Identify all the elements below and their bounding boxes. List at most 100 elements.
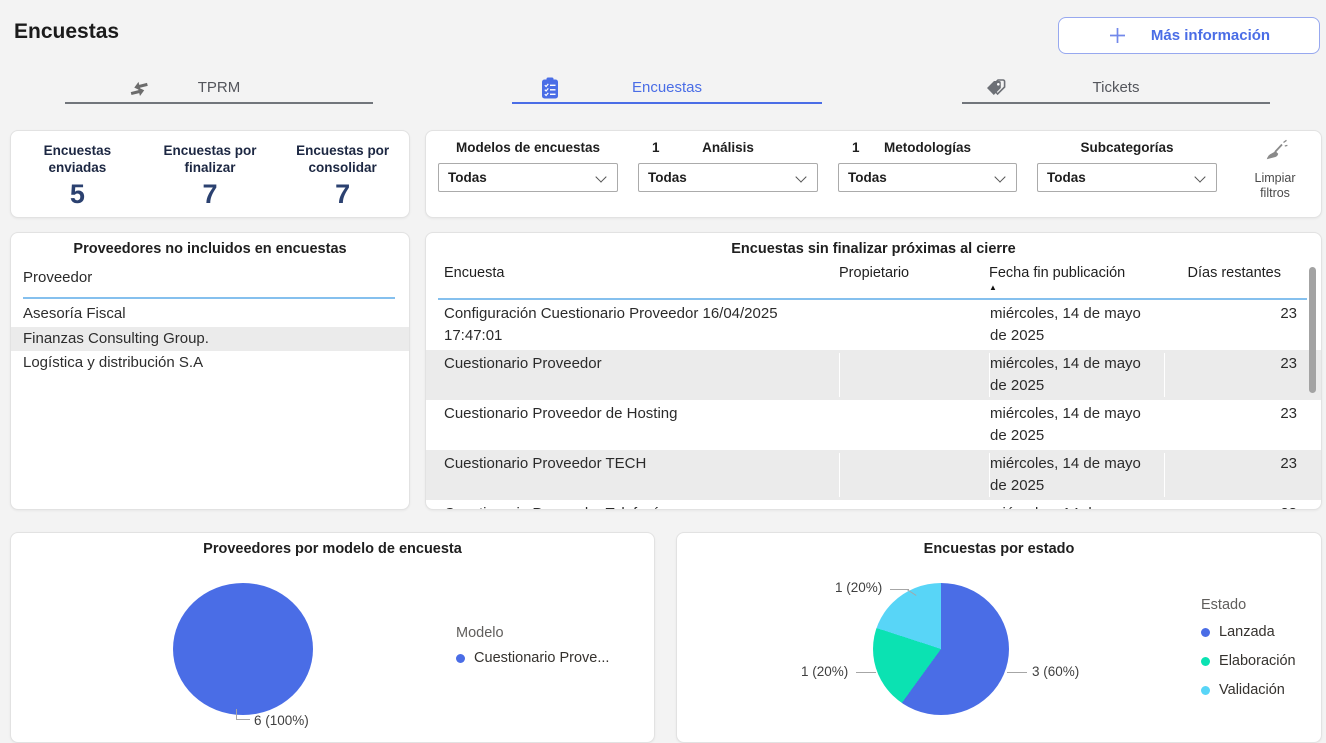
cell-fecha: miércoles, 14 de mayo de 2025: [989, 303, 1164, 347]
pie-encuestas-por-estado[interactable]: [873, 583, 1009, 715]
table-row[interactable]: Logística y distribución S.A: [11, 351, 409, 376]
kpi-encuestas-enviadas: Encuestas enviadas 5: [11, 142, 144, 210]
filter-analisis-dropdown[interactable]: Todas: [638, 163, 818, 192]
pie-slice-label-lanzada: 3 (60%): [1032, 664, 1079, 679]
plus-icon: [1108, 26, 1127, 45]
legend-dot-icon: [456, 654, 465, 663]
legend-item-validacion[interactable]: Validación: [1201, 682, 1285, 698]
kpi-encuestas-por-finalizar: Encuestas por finalizar 7: [144, 142, 277, 210]
kpi-value: 5: [11, 179, 144, 210]
column-header-dias-restantes[interactable]: Días restantes: [1164, 265, 1305, 292]
pie-slice-label: 6 (100%): [254, 713, 309, 728]
filter-label: Metodologías: [884, 140, 971, 155]
kpi-label: Encuestas por consolidar: [276, 142, 409, 176]
kpi-label: Encuestas enviadas: [11, 142, 144, 176]
table-row[interactable]: Cuestionario Proveedor de Hosting miérco…: [426, 400, 1321, 450]
kpi-value: 7: [276, 179, 409, 210]
table-row[interactable]: Finanzas Consulting Group.: [11, 327, 409, 352]
dropdown-value: Todas: [1047, 170, 1086, 185]
tab-encuestas[interactable]: Encuestas: [512, 74, 822, 104]
cell-propietario: [839, 403, 989, 447]
kpi-value: 7: [144, 179, 277, 210]
filter-label: Modelos de encuestas: [456, 140, 600, 155]
cell-dias: 23: [1164, 503, 1321, 510]
table-scrollbar[interactable]: [1309, 267, 1316, 393]
table-row[interactable]: Asesoría Fiscal: [11, 302, 409, 327]
legend-title: Modelo: [456, 625, 504, 641]
chart-title: Encuestas por estado: [677, 541, 1321, 557]
column-header-fecha-fin-publicacion[interactable]: Fecha fin publicación ▲: [989, 265, 1164, 292]
pie-proveedores-por-modelo[interactable]: [173, 583, 313, 715]
clear-filters-button[interactable]: Limpiar filtros: [1238, 139, 1312, 201]
legend-item-elaboracion[interactable]: Elaboración: [1201, 653, 1296, 669]
table-row[interactable]: Configuración Cuestionario Proveedor 16/…: [426, 300, 1321, 350]
clear-filters-label: Limpiar filtros: [1238, 171, 1312, 201]
pie-slice-label-validacion: 1 (20%): [835, 580, 882, 595]
legend-title: Estado: [1201, 597, 1246, 613]
legend-dot-icon: [1201, 686, 1210, 695]
cell-encuesta: Cuestionario Proveedor: [444, 353, 839, 397]
chart-title: Proveedores por modelo de encuesta: [11, 541, 654, 557]
filter-badge: 1: [652, 139, 660, 157]
filter-metodologias-dropdown[interactable]: Todas: [838, 163, 1017, 192]
filter-subcategorias-dropdown[interactable]: Todas: [1037, 163, 1217, 192]
surveys-table-title: Encuestas sin finalizar próximas al cier…: [426, 241, 1321, 257]
filter-analisis: 1 Análisis Todas: [638, 139, 818, 192]
filter-modelos-de-encuestas: Modelos de encuestas Todas: [438, 139, 618, 192]
table-row[interactable]: Cuestionario Proveedor TECH miércoles, 1…: [426, 450, 1321, 500]
cell-fecha: miércoles, 14 de mayo de 2025: [989, 503, 1164, 510]
column-header-proveedor[interactable]: Proveedor: [23, 269, 92, 286]
cell-propietario: [839, 353, 989, 397]
surveys-rows: Configuración Cuestionario Proveedor 16/…: [426, 300, 1321, 510]
pie-label-connector: [236, 709, 250, 720]
kpi-encuestas-por-consolidar: Encuestas por consolidar 7: [276, 142, 409, 210]
chevron-down-icon: [994, 171, 1005, 182]
filter-badge: 1: [852, 139, 860, 157]
cell-fecha: miércoles, 14 de mayo de 2025: [989, 453, 1164, 497]
pie-label-connector: [856, 672, 876, 673]
cell-encuesta: Cuestionario Proveedor Telefonía: [444, 503, 839, 510]
surveys-dashboard: Encuestas Más información TPRM Encuestas: [0, 0, 1326, 743]
cell-fecha: miércoles, 14 de mayo de 2025: [989, 353, 1164, 397]
legend-item-cuestionario-proveedor[interactable]: Cuestionario Prove...: [456, 650, 609, 666]
filter-label: Análisis: [702, 140, 754, 155]
legend-item-lanzada[interactable]: Lanzada: [1201, 624, 1275, 640]
filters-card: Modelos de encuestas Todas 1 Análisis To…: [425, 130, 1322, 218]
column-header-propietario[interactable]: Propietario: [839, 265, 989, 292]
table-row[interactable]: Cuestionario Proveedor miércoles, 14 de …: [426, 350, 1321, 400]
column-header-encuesta[interactable]: Encuesta: [444, 265, 839, 292]
cell-dias: 23: [1164, 303, 1321, 347]
legend-dot-icon: [1201, 657, 1210, 666]
legend-dot-icon: [1201, 628, 1210, 637]
cell-fecha: miércoles, 14 de mayo de 2025: [989, 403, 1164, 447]
cell-propietario: [839, 303, 989, 347]
dropdown-value: Todas: [848, 170, 887, 185]
sort-ascending-icon: ▲: [989, 284, 1164, 292]
tab-tickets-label: Tickets: [962, 79, 1270, 96]
cell-dias: 23: [1164, 453, 1321, 497]
table-row[interactable]: Cuestionario Proveedor Telefonía miércol…: [426, 500, 1321, 510]
tab-tickets[interactable]: Tickets: [962, 74, 1270, 104]
cell-encuesta: Configuración Cuestionario Proveedor 16/…: [444, 303, 839, 347]
tab-tprm[interactable]: TPRM: [65, 74, 373, 104]
pie-chart-card-proveedores-por-modelo: Proveedores por modelo de encuesta 6 (10…: [10, 532, 655, 743]
surveys-table-header: Encuesta Propietario Fecha fin publicaci…: [444, 265, 1305, 292]
providers-table-card: Proveedores no incluidos en encuestas Pr…: [10, 232, 410, 510]
more-info-label: Más información: [1151, 27, 1270, 44]
pie-slice-label-elaboracion: 1 (20%): [801, 664, 848, 679]
filter-metodologias: 1 Metodologías Todas: [838, 139, 1017, 192]
kpi-label: Encuestas por finalizar: [144, 142, 277, 176]
broom-icon: [1262, 139, 1288, 165]
dropdown-value: Todas: [448, 170, 487, 185]
header-underline: [23, 297, 395, 299]
filter-modelos-dropdown[interactable]: Todas: [438, 163, 618, 192]
providers-rows: Asesoría Fiscal Finanzas Consulting Grou…: [11, 302, 409, 376]
chevron-down-icon: [595, 171, 606, 182]
chevron-down-icon: [1194, 171, 1205, 182]
pie-label-connector: [1007, 672, 1027, 673]
cell-propietario: [839, 503, 989, 510]
cell-dias: 23: [1164, 403, 1321, 447]
cell-encuesta: Cuestionario Proveedor de Hosting: [444, 403, 839, 447]
filter-subcategorias: Subcategorías Todas: [1037, 139, 1217, 192]
more-info-button[interactable]: Más información: [1058, 17, 1320, 54]
